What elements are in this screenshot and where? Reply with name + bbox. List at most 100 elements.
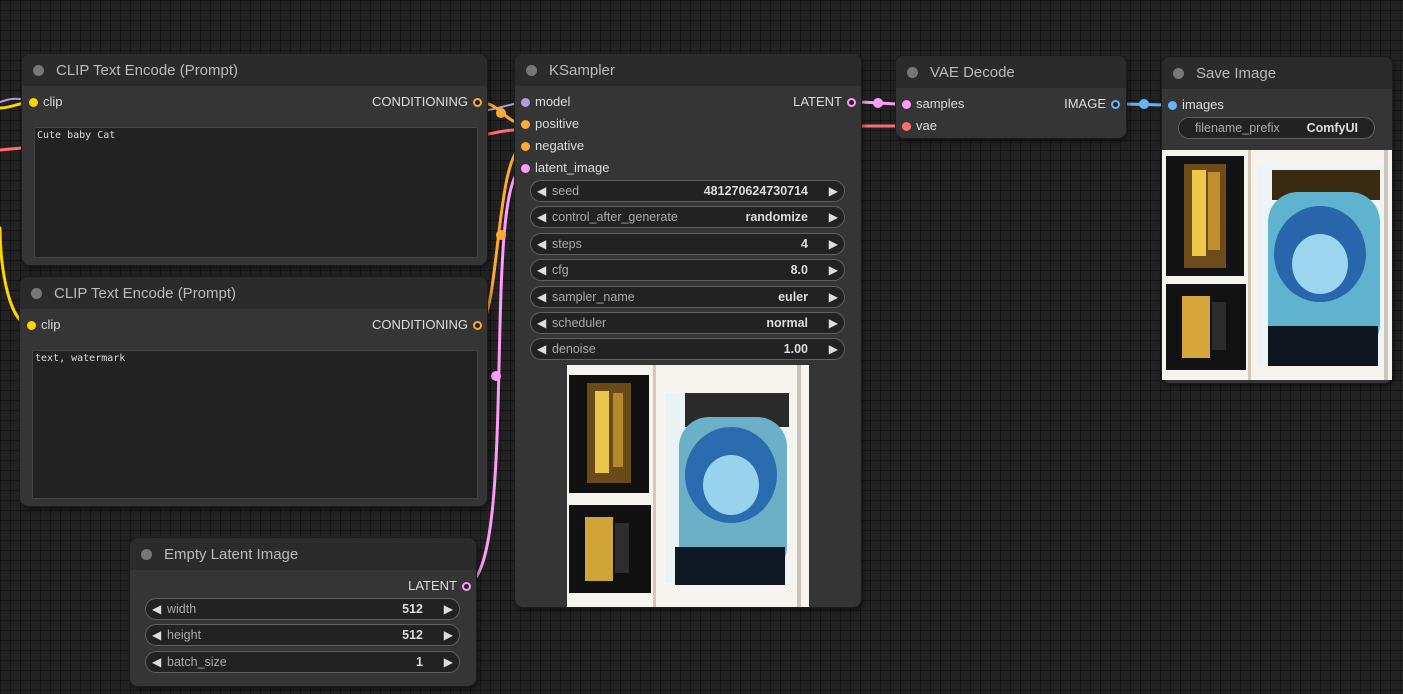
latent-socket-icon[interactable] [462,582,471,591]
increment-arrow-icon[interactable]: ▶ [829,237,838,251]
slot-label: CONDITIONING [371,317,468,332]
slot-label: CONDITIONING [371,94,468,109]
output-conditioning[interactable]: CONDITIONING [372,317,482,333]
scheduler-widget[interactable]: ◀ scheduler normal ▶ [530,312,845,334]
increment-arrow-icon[interactable]: ▶ [829,263,838,277]
conditioning-socket-icon[interactable] [521,120,530,129]
width-widget[interactable]: ◀ width 512 ▶ [145,598,460,620]
node-title-bar[interactable]: KSampler [515,54,861,86]
widget-value[interactable]: euler [778,290,808,304]
increment-arrow-icon[interactable]: ▶ [829,316,838,330]
collapse-dot-icon[interactable] [31,287,42,299]
collapse-dot-icon[interactable] [33,64,44,76]
conditioning-socket-icon[interactable] [473,98,482,107]
image-socket-icon[interactable] [1168,101,1177,110]
input-samples[interactable]: samples [902,96,964,112]
increment-arrow-icon[interactable]: ▶ [444,628,453,642]
conditioning-socket-icon[interactable] [473,321,482,330]
node-title: CLIP Text Encode (Prompt) [54,284,237,302]
output-latent[interactable]: LATENT [408,578,471,594]
slot-label: vae [916,118,937,133]
clip-socket-icon[interactable] [27,321,36,330]
output-conditioning[interactable]: CONDITIONING [372,94,482,110]
widget-value[interactable]: 512 [402,628,423,642]
ksampler-node[interactable]: KSampler model positive negative latent_… [515,54,861,607]
widget-value[interactable]: 8.0 [791,263,808,277]
input-images[interactable]: images [1168,97,1224,113]
slot-label: clip [41,317,61,332]
collapse-dot-icon[interactable] [907,66,918,78]
decrement-arrow-icon[interactable]: ◀ [152,602,161,616]
model-socket-icon[interactable] [521,98,530,107]
height-widget[interactable]: ◀ height 512 ▶ [145,624,460,646]
empty-latent-image-node[interactable]: Empty Latent Image LATENT ◀ width 512 ▶ … [130,538,476,686]
node-title-bar[interactable]: VAE Decode [896,56,1126,88]
vae-socket-icon[interactable] [902,122,911,131]
clip-text-encode-negative-node[interactable]: CLIP Text Encode (Prompt) clip CONDITION… [20,277,487,506]
vae-decode-node[interactable]: VAE Decode samples vae IMAGE [896,56,1126,138]
input-clip[interactable]: clip [27,317,61,333]
prompt-textarea[interactable]: text, watermark [32,350,478,499]
save-image-node[interactable]: Save Image images filename_prefix ComfyU… [1162,57,1392,383]
increment-arrow-icon[interactable]: ▶ [829,184,838,198]
widget-label: scheduler [552,316,607,330]
decrement-arrow-icon[interactable]: ◀ [537,316,546,330]
node-title-bar[interactable]: Save Image [1162,57,1392,89]
decrement-arrow-icon[interactable]: ◀ [537,210,546,224]
collapse-dot-icon[interactable] [141,548,152,560]
seed-widget[interactable]: ◀ seed 481270624730714 ▶ [530,180,845,202]
widget-value[interactable]: 512 [402,602,423,616]
control-after-generate-widget[interactable]: ◀ control_after_generate randomize ▶ [530,206,845,228]
steps-widget[interactable]: ◀ steps 4 ▶ [530,233,845,255]
decrement-arrow-icon[interactable]: ◀ [152,628,161,642]
decrement-arrow-icon[interactable]: ◀ [537,184,546,198]
widget-value[interactable]: ComfyUI [1307,121,1358,135]
output-image[interactable]: IMAGE [1064,96,1120,112]
batch-size-widget[interactable]: ◀ batch_size 1 ▶ [145,651,460,673]
filename-prefix-widget[interactable]: filename_prefix ComfyUI [1178,117,1375,139]
input-negative[interactable]: negative [521,138,584,154]
collapse-dot-icon[interactable] [1173,67,1184,79]
wire-model [0,97,21,103]
input-vae[interactable]: vae [902,118,937,134]
decrement-arrow-icon[interactable]: ◀ [537,290,546,304]
denoise-widget[interactable]: ◀ denoise 1.00 ▶ [530,338,845,360]
slot-label: model [535,94,571,109]
increment-arrow-icon[interactable]: ▶ [444,655,453,669]
latent-socket-icon[interactable] [902,100,911,109]
slot-label: LATENT [408,578,457,593]
latent-socket-icon[interactable] [521,164,530,173]
input-latent-image[interactable]: latent_image [521,160,609,176]
input-model[interactable]: model [521,94,570,110]
input-clip[interactable]: clip [29,94,63,110]
node-title-bar[interactable]: CLIP Text Encode (Prompt) [20,277,487,309]
widget-value[interactable]: 4 [801,237,808,251]
prompt-textarea[interactable]: Cute baby Cat [34,127,478,258]
widget-value[interactable]: 1 [416,655,423,669]
increment-arrow-icon[interactable]: ▶ [829,290,838,304]
image-socket-icon[interactable] [1111,100,1120,109]
input-positive[interactable]: positive [521,116,579,132]
node-title-bar[interactable]: CLIP Text Encode (Prompt) [22,54,487,86]
sampler-name-widget[interactable]: ◀ sampler_name euler ▶ [530,286,845,308]
decrement-arrow-icon[interactable]: ◀ [537,342,546,356]
decrement-arrow-icon[interactable]: ◀ [152,655,161,669]
increment-arrow-icon[interactable]: ▶ [829,210,838,224]
decrement-arrow-icon[interactable]: ◀ [537,237,546,251]
clip-text-encode-positive-node[interactable]: CLIP Text Encode (Prompt) clip CONDITION… [22,54,487,265]
conditioning-socket-icon[interactable] [521,142,530,151]
widget-value[interactable]: 481270624730714 [704,184,808,198]
collapse-dot-icon[interactable] [526,64,537,76]
widget-value[interactable]: randomize [745,210,808,224]
increment-arrow-icon[interactable]: ▶ [444,602,453,616]
widget-value[interactable]: normal [766,316,808,330]
node-title: Empty Latent Image [164,545,299,563]
decrement-arrow-icon[interactable]: ◀ [537,263,546,277]
latent-socket-icon[interactable] [847,98,856,107]
output-latent[interactable]: LATENT [793,94,856,110]
cfg-widget[interactable]: ◀ cfg 8.0 ▶ [530,259,845,281]
clip-socket-icon[interactable] [29,98,38,107]
widget-value[interactable]: 1.00 [784,342,808,356]
node-title-bar[interactable]: Empty Latent Image [130,538,476,570]
increment-arrow-icon[interactable]: ▶ [829,342,838,356]
